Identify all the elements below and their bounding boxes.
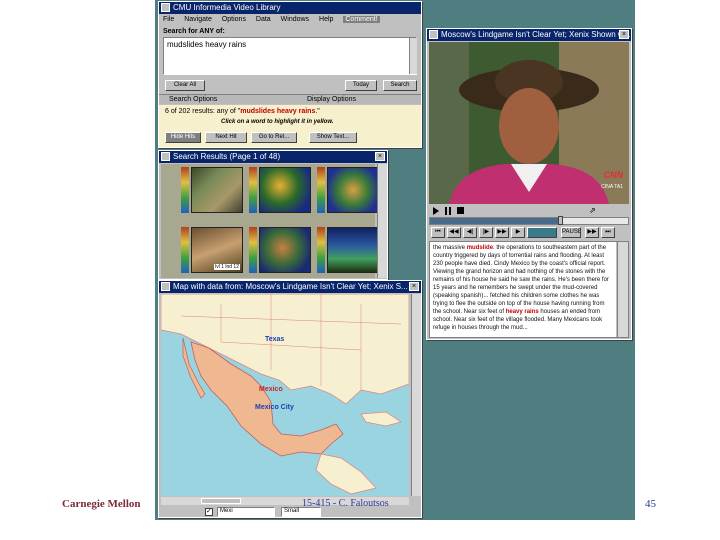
map-checkbox[interactable]: ✓ xyxy=(205,508,213,516)
map-graphic xyxy=(161,294,409,496)
timeline-thumb[interactable] xyxy=(558,216,563,225)
menu-help[interactable]: Help xyxy=(319,16,333,23)
video-timeline[interactable] xyxy=(429,216,629,225)
transcript-text[interactable]: the massive mudslide. the operations to … xyxy=(430,242,616,337)
timeline-progress xyxy=(430,218,560,224)
result-thumbnail-4[interactable]: lvl 1 lnd 12 xyxy=(191,227,243,273)
hide-hits-button[interactable]: Hide Hits xyxy=(165,132,201,143)
close-icon[interactable]: × xyxy=(409,282,419,291)
display-options-toggle[interactable]: Display Options xyxy=(307,96,356,103)
score-bar-icon xyxy=(249,227,257,273)
thumbnail-grid: lvl 1 lnd 12 xyxy=(161,164,379,278)
pause-icon[interactable] xyxy=(445,207,451,215)
scroll-thumb[interactable] xyxy=(201,498,241,504)
map-canvas[interactable]: Texas Mexico Mexico City xyxy=(161,294,409,496)
next-segment-button[interactable]: ▶▶ xyxy=(585,227,599,238)
score-bar-icon xyxy=(181,227,189,273)
results-summary: 6 of 202 results: any of "mudslides heav… xyxy=(165,108,320,115)
main-window: CMU Informedia Video Library File Naviga… xyxy=(158,1,422,148)
slow-button[interactable]: ▶ xyxy=(511,227,525,238)
video-titlebar[interactable]: Moscow's Lindgame Isn't Clear Yet; Xenix… xyxy=(427,29,631,41)
footer-page-number: 45 xyxy=(645,498,656,510)
transport-buttons: ⏮ ◀◀ ◀| |▶ ▶▶ ▶ PAUSE ▶▶ ⏭ xyxy=(429,227,629,239)
show-text-button[interactable]: Show Text... xyxy=(309,132,357,143)
transcript-scrollbar[interactable] xyxy=(617,242,628,337)
search-query-text: mudslides heavy rains xyxy=(167,40,247,49)
app-title: CMU Informedia Video Library xyxy=(173,3,281,12)
map-window: Map with data from: Moscow's Lindgame Is… xyxy=(158,280,422,518)
score-bar-icon xyxy=(317,227,325,273)
main-window-titlebar[interactable]: CMU Informedia Video Library xyxy=(159,2,421,14)
close-icon[interactable]: × xyxy=(619,30,629,39)
search-results-window: Search Results (Page 1 of 48) × lvl 1 ln… xyxy=(158,150,388,280)
thumb-caption: lvl 1 lnd 12 xyxy=(214,264,240,270)
search-options-toggle[interactable]: Search Options xyxy=(169,96,217,103)
map-window-icon xyxy=(161,282,170,291)
options-bar: Search Options Display Options xyxy=(159,94,421,104)
map-label-texas[interactable]: Texas xyxy=(265,336,284,343)
footer-center: 15-415 - C. Faloutsos xyxy=(302,498,389,509)
video-window-icon xyxy=(429,30,438,39)
menu-bar: File Navigate Options Data Windows Help … xyxy=(159,14,421,25)
clear-all-button[interactable]: Clear All xyxy=(165,80,205,91)
play-icon[interactable] xyxy=(433,207,439,215)
footer-left: Carnegie Mellon xyxy=(62,498,141,510)
results-scrollbar[interactable] xyxy=(377,164,387,278)
result-thumbnail-1[interactable] xyxy=(191,167,243,213)
video-window: Moscow's Lindgame Isn't Clear Yet; Xenix… xyxy=(426,28,632,340)
rewind-start-button[interactable]: ⏮ xyxy=(431,227,445,238)
video-frame[interactable]: CNN CINA TA1 xyxy=(429,42,629,204)
next-hit-button[interactable]: Next Hit xyxy=(205,132,247,143)
results-title: Search Results (Page 1 of 48) xyxy=(173,152,281,161)
video-corner-text: CINA TA1 xyxy=(601,184,623,190)
video-image xyxy=(429,42,629,204)
cnn-logo: CNN xyxy=(603,170,624,180)
result-thumbnail-5[interactable] xyxy=(259,227,311,273)
results-summary-panel: 6 of 202 results: any of "mudslides heav… xyxy=(159,105,421,147)
playback-controls: ⇗ xyxy=(429,205,629,217)
menu-navigate[interactable]: Navigate xyxy=(184,16,212,23)
result-thumbnail-2[interactable] xyxy=(259,167,311,213)
end-button[interactable]: ⏭ xyxy=(601,227,615,238)
score-bar-icon xyxy=(249,167,257,213)
menu-data[interactable]: Data xyxy=(256,16,271,23)
result-thumbnail-3[interactable] xyxy=(327,167,379,213)
results-hint: Click on a word to highlight it in yello… xyxy=(221,119,334,125)
search-label: Search for ANY of: xyxy=(163,28,225,35)
transcript-panel: the massive mudslide. the operations to … xyxy=(429,241,629,338)
step-back-button[interactable]: ◀| xyxy=(463,227,477,238)
search-button[interactable]: Search xyxy=(383,80,417,91)
map-vertical-scrollbar[interactable] xyxy=(411,294,421,496)
close-icon[interactable]: × xyxy=(375,152,385,161)
results-window-icon xyxy=(161,152,170,161)
video-title: Moscow's Lindgame Isn't Clear Yet; Xenix… xyxy=(441,30,631,39)
stop-icon[interactable] xyxy=(457,207,464,214)
query-scrollbar[interactable] xyxy=(409,38,417,74)
search-query-input[interactable]: mudslides heavy rains xyxy=(163,37,417,75)
forward-button[interactable]: ▶▶ xyxy=(495,227,509,238)
menu-comment[interactable]: Comment! xyxy=(343,16,380,23)
rewind-button[interactable]: ◀◀ xyxy=(447,227,461,238)
map-layer-select[interactable]: Mexi xyxy=(217,507,275,517)
volume-button[interactable] xyxy=(527,227,557,238)
today-button[interactable]: Today xyxy=(345,80,377,91)
app-icon xyxy=(161,3,170,12)
map-titlebar[interactable]: Map with data from: Moscow's Lindgame Is… xyxy=(159,281,421,293)
speed-up-icon[interactable]: ⇗ xyxy=(589,206,596,215)
result-thumbnail-6[interactable] xyxy=(327,227,379,273)
score-bar-icon xyxy=(181,167,189,213)
menu-file[interactable]: File xyxy=(163,16,174,23)
go-to-rel-button[interactable]: Go to Rel... xyxy=(251,132,297,143)
menu-options[interactable]: Options xyxy=(222,16,246,23)
map-label-mexico[interactable]: Mexico xyxy=(259,386,283,393)
map-title: Map with data from: Moscow's Lindgame Is… xyxy=(173,282,408,291)
map-label-mexico-city[interactable]: Mexico City xyxy=(255,404,294,411)
transcript-hit[interactable]: mudslide xyxy=(467,245,493,251)
pause-button[interactable]: PAUSE xyxy=(561,227,581,238)
menu-windows[interactable]: Windows xyxy=(281,16,309,23)
results-titlebar[interactable]: Search Results (Page 1 of 48) × xyxy=(159,151,387,163)
step-forward-button[interactable]: |▶ xyxy=(479,227,493,238)
transcript-hit[interactable]: heavy rains xyxy=(506,309,539,315)
score-bar-icon xyxy=(317,167,325,213)
